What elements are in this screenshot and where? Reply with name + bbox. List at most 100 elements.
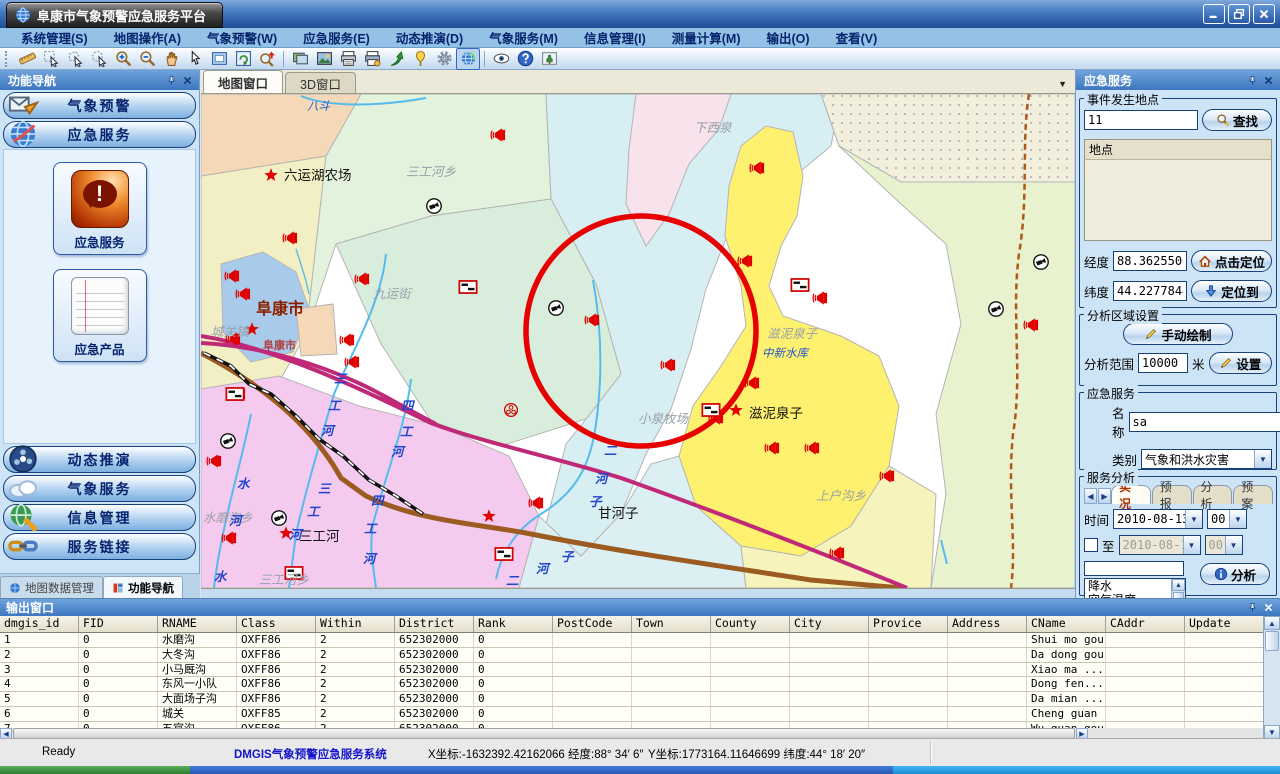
- table-row[interactable]: 20大冬沟OXFF8626523020000Da dong gou: [0, 648, 1264, 663]
- column-header[interactable]: FID: [79, 616, 158, 632]
- restore-button[interactable]: [1228, 4, 1250, 24]
- accordion-服务链接[interactable]: 服务链接: [3, 533, 196, 560]
- toolbar-grip[interactable]: [5, 51, 12, 67]
- menu-weather-service[interactable]: 气象服务(M): [476, 26, 571, 49]
- column-header[interactable]: CAddr: [1106, 616, 1185, 632]
- analysis-tab-实况[interactable]: 实况: [1111, 485, 1151, 504]
- tool-globe-service-button[interactable]: [456, 48, 480, 70]
- shortcut-emergency-service[interactable]: ! 应急服务: [53, 162, 147, 255]
- menu-output[interactable]: 输出(O): [754, 26, 823, 49]
- output-close-button[interactable]: [1260, 601, 1276, 615]
- locate-to-button[interactable]: 定位到: [1191, 280, 1272, 302]
- scroll-up-icon[interactable]: ▲: [1264, 616, 1280, 630]
- analyze-button[interactable]: 分析: [1200, 563, 1270, 585]
- accordion-信息管理[interactable]: 信息管理: [3, 504, 196, 531]
- scroll-up-icon[interactable]: ▲: [1172, 579, 1185, 591]
- tool-settings-gear-button[interactable]: [432, 48, 456, 70]
- column-header[interactable]: Rank: [474, 616, 553, 632]
- tool-visibility-eye-button[interactable]: [489, 48, 513, 70]
- table-row[interactable]: 40东风一小队OXFF8626523020000Dong fen...: [0, 677, 1264, 692]
- to-checkbox[interactable]: [1084, 538, 1098, 552]
- output-table[interactable]: dmgis_idFIDRNAMEClassWithinDistrictRankP…: [0, 616, 1264, 728]
- lon-input[interactable]: [1113, 251, 1187, 271]
- left-tab-地图数据管理[interactable]: 地图数据管理: [0, 576, 103, 598]
- accordion-动态推演[interactable]: 动态推演: [3, 446, 196, 473]
- tool-layers-button[interactable]: [288, 48, 312, 70]
- menu-measure-calculate[interactable]: 测量计算(M): [659, 26, 754, 49]
- column-header[interactable]: CName: [1027, 616, 1106, 632]
- tool-identify-button[interactable]: [255, 48, 279, 70]
- table-row[interactable]: 50大面场子沟OXFF8626523020000Da mian ...: [0, 692, 1264, 707]
- tool-zoom-out-button[interactable]: [135, 48, 159, 70]
- dropdown-arrow-icon[interactable]: ▼: [1185, 510, 1202, 528]
- column-header[interactable]: Update: [1185, 616, 1264, 632]
- tool-select-rect-button[interactable]: [39, 48, 63, 70]
- dropdown-arrow-icon[interactable]: ▼: [1254, 450, 1271, 468]
- column-header[interactable]: County: [711, 616, 790, 632]
- column-header[interactable]: Address: [948, 616, 1027, 632]
- left-pin-button[interactable]: [163, 73, 179, 87]
- map-canvas[interactable]: 八斗六运湖农场三工河乡下西泉九运街阜康市城关镇阜康市滋泥泉子中新水库小泉牧场滋泥…: [201, 94, 1075, 589]
- accordion-气象服务[interactable]: 气象服务: [3, 475, 196, 502]
- map-tab-地图窗口[interactable]: 地图窗口: [203, 70, 283, 93]
- analysis-tab-分析[interactable]: 分析: [1193, 485, 1233, 504]
- output-pin-button[interactable]: [1244, 601, 1260, 615]
- tool-full-extent-button[interactable]: [207, 48, 231, 70]
- click-locate-button[interactable]: 点击定位: [1191, 250, 1272, 272]
- column-header[interactable]: dmgis_id: [0, 616, 79, 632]
- menu-weather-warning[interactable]: 气象预警(W): [194, 26, 290, 49]
- tool-refresh-button[interactable]: [231, 48, 255, 70]
- manual-draw-button[interactable]: 手动绘制: [1123, 323, 1233, 345]
- table-row[interactable]: 10水磨沟OXFF8626523020000Shui mo gou: [0, 633, 1264, 648]
- menu-map-operation[interactable]: 地图操作(A): [101, 26, 194, 49]
- tool-snap-arrow-button[interactable]: [384, 48, 408, 70]
- tool-select-feature-button[interactable]: [87, 48, 111, 70]
- tool-measure-button[interactable]: [15, 48, 39, 70]
- map-tab-dropdown[interactable]: ▼: [1058, 79, 1067, 89]
- analysis-tab-预报[interactable]: 预报: [1152, 485, 1192, 504]
- menu-dynamic-simulation[interactable]: 动态推演(D): [383, 26, 476, 49]
- column-header[interactable]: City: [790, 616, 869, 632]
- lat-input[interactable]: [1113, 281, 1187, 301]
- tool-help-button[interactable]: [513, 48, 537, 70]
- dropdown-arrow-icon[interactable]: ▼: [1229, 510, 1246, 528]
- column-header[interactable]: RNAME: [158, 616, 237, 632]
- hour-select[interactable]: 00 ▼: [1207, 509, 1247, 529]
- element-input[interactable]: [1084, 561, 1184, 576]
- analysis-tab-预案[interactable]: 预案: [1233, 485, 1273, 504]
- date-select[interactable]: 2010-08-13 ▼: [1113, 509, 1203, 529]
- tool-zoom-in-button[interactable]: [111, 48, 135, 70]
- menu-system-management[interactable]: 系统管理(S): [8, 26, 101, 49]
- event-location-input[interactable]: [1084, 110, 1198, 130]
- output-vscrollbar[interactable]: ▲ ▼: [1263, 616, 1280, 739]
- location-list[interactable]: [1084, 160, 1272, 241]
- service-type-select[interactable]: 气象和洪水灾害 ▼: [1141, 449, 1272, 469]
- right-close-button[interactable]: [1260, 73, 1276, 87]
- tool-export-image-button[interactable]: [312, 48, 336, 70]
- column-header[interactable]: Town: [632, 616, 711, 632]
- table-row[interactable]: 60城关OXFF8526523020000Cheng guan: [0, 707, 1264, 722]
- vscroll-thumb[interactable]: [1265, 631, 1279, 651]
- close-button[interactable]: [1253, 4, 1275, 24]
- left-close-button[interactable]: [179, 73, 195, 87]
- left-tab-功能导航[interactable]: 功能导航: [103, 576, 183, 598]
- set-range-button[interactable]: 设置: [1209, 352, 1272, 374]
- map-tab-3D窗口[interactable]: 3D窗口: [285, 72, 356, 93]
- tab-scroll-right[interactable]: ▶: [1098, 488, 1111, 504]
- tool-place-marker-button[interactable]: [408, 48, 432, 70]
- tool-print-preview-button[interactable]: [360, 48, 384, 70]
- menu-view[interactable]: 查看(V): [823, 26, 891, 49]
- tool-pointer-button[interactable]: [183, 48, 207, 70]
- accordion-应急服务[interactable]: 应急服务: [3, 121, 196, 148]
- table-row[interactable]: 30小马厩沟OXFF8626523020000Xiao ma ...: [0, 663, 1264, 678]
- menu-information-management[interactable]: 信息管理(I): [571, 26, 659, 49]
- range-input[interactable]: [1138, 353, 1188, 373]
- tool-scene-tree-button[interactable]: [537, 48, 561, 70]
- service-name-input[interactable]: [1129, 412, 1280, 432]
- column-header[interactable]: District: [395, 616, 474, 632]
- tool-pan-button[interactable]: [159, 48, 183, 70]
- list-item[interactable]: 降水: [1085, 579, 1185, 593]
- accordion-气象预警[interactable]: 气象预警: [3, 92, 196, 119]
- column-header[interactable]: Provice: [869, 616, 948, 632]
- menu-emergency-service[interactable]: 应急服务(E): [290, 26, 383, 49]
